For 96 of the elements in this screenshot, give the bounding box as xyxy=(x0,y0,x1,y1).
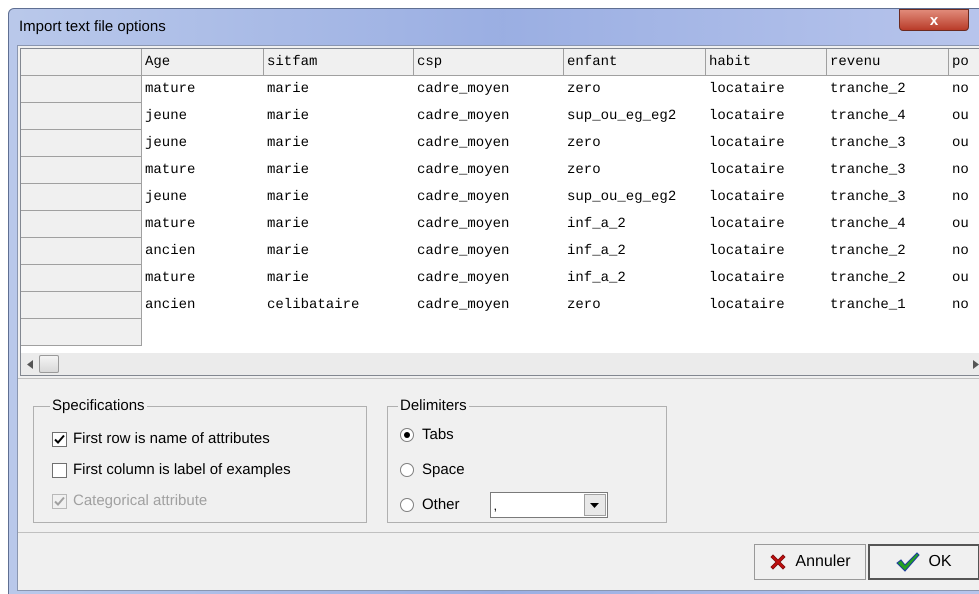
radio-option[interactable]: Space xyxy=(400,458,465,482)
table-cell: marie xyxy=(267,162,310,178)
table-cell: marie xyxy=(267,243,310,259)
table-cell: cadre_moyen xyxy=(417,216,510,232)
table-cell: no xyxy=(952,297,969,313)
table-cell: cadre_moyen xyxy=(417,297,510,313)
dropdown-arrow-icon xyxy=(590,502,600,508)
table-cell: locataire xyxy=(709,135,785,151)
checkbox[interactable] xyxy=(52,462,67,478)
table-cell: jeune xyxy=(145,135,188,151)
window-title: Import text file options xyxy=(18,16,166,37)
checkbox[interactable] xyxy=(52,432,67,446)
table-cell: sup_ou_eg_eg2 xyxy=(567,189,676,205)
table-cell: cadre_moyen xyxy=(417,189,510,205)
checkbox-option[interactable]: First column is label of examples xyxy=(52,454,366,486)
table-cell: ou xyxy=(952,270,969,286)
table-cell: jeune xyxy=(145,108,188,124)
table-cell: tranche_3 xyxy=(830,135,906,151)
table-cell: tranche_4 xyxy=(830,216,906,232)
table-cell: no xyxy=(952,243,969,259)
table-cell: ou xyxy=(952,135,969,151)
table-cell: tranche_3 xyxy=(830,189,906,205)
table-cell: marie xyxy=(267,81,310,97)
table-cell: zero xyxy=(567,135,601,151)
close-button[interactable]: x xyxy=(899,9,969,31)
table-cell: marie xyxy=(267,216,310,232)
radio-option[interactable]: Tabs xyxy=(400,424,454,446)
column-header[interactable]: csp xyxy=(414,49,564,76)
table-cell: ancien xyxy=(145,243,196,259)
table-cell: no xyxy=(952,162,969,178)
table-cell: marie xyxy=(267,270,310,286)
table-cell: inf_a_2 xyxy=(567,270,626,286)
table-cell: no xyxy=(952,189,969,205)
table-cell: zero xyxy=(567,81,601,97)
table-cell: mature xyxy=(145,270,196,286)
column-header[interactable]: po xyxy=(949,49,979,76)
scroll-left-icon[interactable] xyxy=(27,360,33,368)
table-cell: tranche_2 xyxy=(830,81,906,97)
table-cell: no xyxy=(952,81,969,97)
column-header[interactable]: sitfam xyxy=(264,49,414,76)
column-header[interactable]: habit xyxy=(706,49,827,76)
scrollbar-thumb[interactable] xyxy=(39,355,59,373)
table-cell: tranche_3 xyxy=(830,162,906,178)
column-header[interactable]: enfant xyxy=(564,49,706,76)
table-cell: cadre_moyen xyxy=(417,162,510,178)
table-cell: cadre_moyen xyxy=(417,135,510,151)
table-cell: ou xyxy=(952,108,969,124)
radio-option[interactable]: Other xyxy=(400,494,460,516)
delimiter-dropdown[interactable]: , xyxy=(490,492,608,518)
table-cell: marie xyxy=(267,189,310,205)
horizontal-scrollbar[interactable] xyxy=(21,353,979,375)
radio-button[interactable] xyxy=(400,498,414,512)
table-cell: inf_a_2 xyxy=(567,216,626,232)
table-cell: tranche_4 xyxy=(830,108,906,124)
table-cell: mature xyxy=(145,216,196,232)
table-cell: locataire xyxy=(709,81,785,97)
check-icon xyxy=(54,496,65,506)
scroll-right-icon[interactable] xyxy=(973,360,979,368)
table-cell: tranche_2 xyxy=(830,270,906,286)
table-cell: zero xyxy=(567,297,601,313)
table-cell: cadre_moyen xyxy=(417,243,510,259)
table-cell: marie xyxy=(267,135,310,151)
table-cell: jeune xyxy=(145,189,188,205)
table-cell: tranche_1 xyxy=(830,297,906,313)
table-cell: ou xyxy=(952,216,969,232)
cancel-button[interactable]: Annuler xyxy=(754,544,866,580)
table-cell: mature xyxy=(145,81,196,97)
table-cell: zero xyxy=(567,162,601,178)
table-cell: mature xyxy=(145,162,196,178)
cross-icon xyxy=(769,552,788,570)
table-cell: sup_ou_eg_eg2 xyxy=(567,108,676,124)
group-title: Specifications xyxy=(51,396,146,416)
table-cell: marie xyxy=(267,108,310,124)
radio-button[interactable] xyxy=(400,428,414,442)
column-header[interactable]: Age xyxy=(142,49,264,76)
table-cell: cadre_moyen xyxy=(417,270,510,286)
table-cell: celibataire xyxy=(267,297,360,313)
check-icon xyxy=(54,434,65,444)
table-cell: locataire xyxy=(709,270,785,286)
checkbox-option[interactable]: First row is name of attributes xyxy=(52,424,366,454)
ok-button[interactable]: OK xyxy=(868,544,979,580)
table-cell: tranche_2 xyxy=(830,243,906,259)
check-icon xyxy=(896,552,920,572)
table-cell: locataire xyxy=(709,216,785,232)
group-title: Delimiters xyxy=(399,396,468,416)
table-cell: locataire xyxy=(709,162,785,178)
table-cell: locataire xyxy=(709,243,785,259)
column-header[interactable]: revenu xyxy=(827,49,949,76)
table-cell: locataire xyxy=(709,108,785,124)
table-cell: cadre_moyen xyxy=(417,81,510,97)
table-cell: locataire xyxy=(709,189,785,205)
table-cell: cadre_moyen xyxy=(417,108,510,124)
radio-button[interactable] xyxy=(400,463,414,477)
table-cell: locataire xyxy=(709,297,785,313)
table-cell: inf_a_2 xyxy=(567,243,626,259)
table-cell: ancien xyxy=(145,297,196,313)
